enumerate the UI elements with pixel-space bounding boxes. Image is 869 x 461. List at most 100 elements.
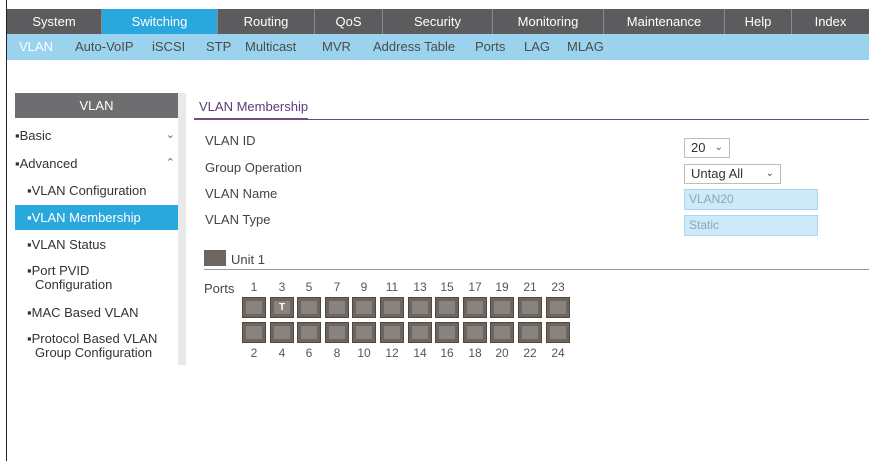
vlan-name-field: VLAN20 <box>684 189 818 210</box>
port-8[interactable] <box>325 322 349 343</box>
port-22[interactable] <box>518 322 542 343</box>
chevron-down-icon[interactable]: ⌄ <box>166 128 175 141</box>
sidebar-item-label: VLAN Membership <box>31 210 141 225</box>
sidebar-item-vlan-configuration[interactable]: ▪VLAN Configuration <box>15 183 178 203</box>
subnav-mlag[interactable]: MLAG <box>567 34 604 60</box>
port-number-label: 20 <box>495 346 509 360</box>
sidebar-item-port-pvid-configuration[interactable]: ▪Port PVID Configuration <box>15 264 178 294</box>
port-11[interactable] <box>380 297 404 318</box>
tab-maintenance[interactable]: Maintenance <box>604 9 725 34</box>
chevron-up-icon[interactable]: ⌃ <box>166 156 175 169</box>
port-status <box>550 301 566 314</box>
port-15[interactable] <box>435 297 459 318</box>
port-number-label: 9 <box>360 280 368 294</box>
vlan-name-label: VLAN Name <box>205 186 278 201</box>
tab-monitoring[interactable]: Monitoring <box>493 9 604 34</box>
port-7[interactable] <box>325 297 349 318</box>
port-3[interactable]: T <box>270 297 294 318</box>
sidebar-item-vlan-membership[interactable]: ▪VLAN Membership <box>15 205 178 230</box>
port-6[interactable] <box>297 322 321 343</box>
chevron-down-icon: ⌄ <box>765 168 774 179</box>
vlan-id-value: 20 <box>691 140 706 155</box>
sidebar-item-mac-based-vlan[interactable]: ▪MAC Based VLAN <box>15 305 178 325</box>
vlan-type-label: VLAN Type <box>205 212 271 227</box>
port-status <box>329 301 345 314</box>
port-number-label: 17 <box>468 280 482 294</box>
tab-index[interactable]: Index <box>792 9 869 34</box>
port-20[interactable] <box>490 322 514 343</box>
port-status <box>439 301 455 314</box>
port-21[interactable] <box>518 297 542 318</box>
port-number-label: 5 <box>305 280 313 294</box>
tab-switching[interactable]: Switching <box>102 9 218 34</box>
tab-system[interactable]: System <box>7 9 102 34</box>
port-number-label: 11 <box>385 280 399 294</box>
port-23[interactable] <box>546 297 570 318</box>
sidebar-item-label: Protocol Based VLAN <box>31 331 158 346</box>
sidebar-item-label: Port PVID <box>31 263 90 278</box>
vlan-id-select[interactable]: 20 ⌄ <box>684 138 730 158</box>
port-number-label: 19 <box>495 280 509 294</box>
port-13[interactable] <box>408 297 432 318</box>
sidebar-scrollbar[interactable] <box>178 93 186 365</box>
sidebar-item-advanced[interactable]: ▪Advanced ⌃ <box>15 156 178 176</box>
port-number-label: 8 <box>333 346 341 360</box>
port-status <box>246 301 262 314</box>
port-status <box>301 301 317 314</box>
subnav-auto-voip[interactable]: Auto-VoIP <box>75 34 134 60</box>
port-12[interactable] <box>380 322 404 343</box>
port-status <box>329 326 345 339</box>
subnav-ports[interactable]: Ports <box>475 34 505 60</box>
subnav-stp[interactable]: STP <box>206 34 231 60</box>
unit-icon <box>204 250 226 266</box>
port-1[interactable] <box>242 297 266 318</box>
port-24[interactable] <box>546 322 570 343</box>
tab-qos[interactable]: QoS <box>315 9 383 34</box>
tab-routing[interactable]: Routing <box>218 9 315 34</box>
subnav-multicast[interactable]: Multicast <box>245 34 296 60</box>
port-17[interactable] <box>463 297 487 318</box>
tab-help[interactable]: Help <box>725 9 792 34</box>
port-status <box>467 301 483 314</box>
port-4[interactable] <box>270 322 294 343</box>
subnav-mvr[interactable]: MVR <box>322 34 351 60</box>
subnav-address-table[interactable]: Address Table <box>373 34 455 60</box>
port-number-label: 21 <box>523 280 537 294</box>
port-number-label: 24 <box>551 346 565 360</box>
sidebar-item-label: Group Configuration <box>35 345 153 360</box>
vlan-type-field: Static <box>684 215 818 236</box>
port-14[interactable] <box>408 322 432 343</box>
sidebar-item-vlan-status[interactable]: ▪VLAN Status <box>15 237 178 257</box>
port-number-label: 16 <box>440 346 454 360</box>
port-number-label: 23 <box>551 280 565 294</box>
port-number-label: 3 <box>278 280 286 294</box>
subnav-iscsi[interactable]: iSCSI <box>152 34 185 60</box>
sidebar-item-basic[interactable]: ▪Basic ⌄ <box>15 128 178 148</box>
subnav-vlan[interactable]: VLAN <box>19 34 53 60</box>
port-9[interactable] <box>352 297 376 318</box>
port-5[interactable] <box>297 297 321 318</box>
port-18[interactable] <box>463 322 487 343</box>
port-status <box>494 301 510 314</box>
port-status: T <box>274 301 290 314</box>
port-number-label: 13 <box>413 280 427 294</box>
group-operation-select[interactable]: Untag All ⌄ <box>684 164 781 184</box>
port-status <box>356 301 372 314</box>
port-number-label: 10 <box>357 346 371 360</box>
subnav-lag[interactable]: LAG <box>524 34 550 60</box>
tab-security[interactable]: Security <box>383 9 493 34</box>
port-status <box>522 301 538 314</box>
port-2[interactable] <box>242 322 266 343</box>
chevron-down-icon: ⌄ <box>714 142 723 153</box>
group-operation-value: Untag All <box>691 166 744 181</box>
port-status <box>356 326 372 339</box>
port-16[interactable] <box>435 322 459 343</box>
unit-divider <box>204 269 869 270</box>
port-10[interactable] <box>352 322 376 343</box>
port-status <box>522 326 538 339</box>
port-status <box>550 326 566 339</box>
vlan-id-label: VLAN ID <box>205 133 256 148</box>
sidebar-item-protocol-based-vlan[interactable]: ▪Protocol Based VLAN Group Configuration <box>15 332 178 362</box>
port-number-label: 6 <box>305 346 313 360</box>
port-19[interactable] <box>490 297 514 318</box>
